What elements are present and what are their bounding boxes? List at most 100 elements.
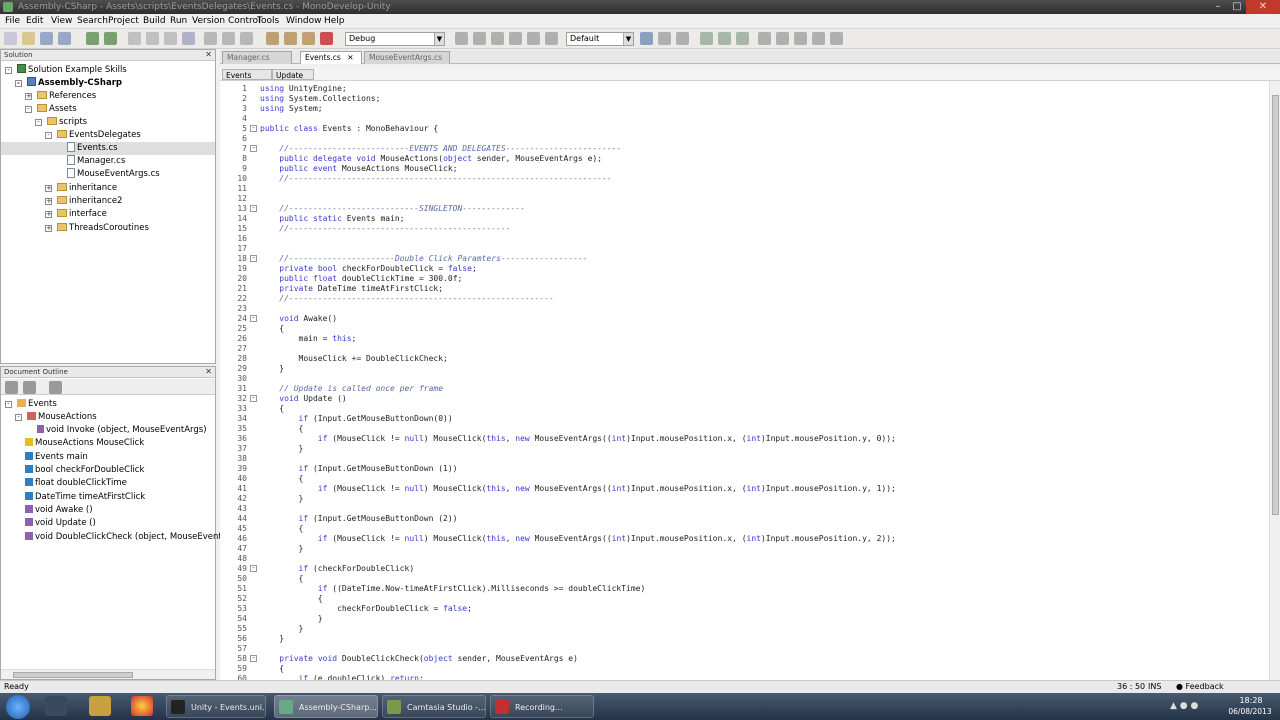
debug-step-out-icon[interactable]: [509, 32, 522, 45]
interface-node[interactable]: + interface: [45, 208, 107, 221]
expand-icon[interactable]: +: [45, 198, 52, 205]
expand-icon[interactable]: +: [45, 225, 52, 232]
menu-run[interactable]: Run: [170, 15, 187, 28]
goto-icon[interactable]: [240, 32, 253, 45]
code-line[interactable]: {: [260, 664, 284, 674]
task-camtasia[interactable]: Camtasia Studio -...: [382, 695, 486, 718]
code-line[interactable]: }: [260, 544, 304, 554]
code-line[interactable]: {: [260, 524, 304, 534]
outline-item[interactable]: void DoubleClickCheck (object, MouseEven…: [25, 531, 244, 544]
project-node[interactable]: - Assembly-CSharp: [15, 77, 122, 90]
save-icon[interactable]: [40, 32, 53, 45]
code-line[interactable]: {: [260, 424, 304, 434]
code-line[interactable]: main = this;: [260, 334, 357, 344]
clock-date[interactable]: 06/08/2013: [1222, 707, 1278, 716]
outline-item[interactable]: void Invoke (object, MouseEventArgs): [37, 424, 207, 437]
prev-bookmark-icon[interactable]: [812, 32, 825, 45]
close-panel-icon[interactable]: ✕: [205, 367, 212, 377]
undo-icon[interactable]: [86, 32, 99, 45]
code-line[interactable]: {: [260, 404, 284, 414]
bookmark-icon[interactable]: [794, 32, 807, 45]
code-line[interactable]: using System;: [260, 104, 323, 114]
code-line[interactable]: //---------------------------SINGLETON--…: [260, 204, 525, 214]
list-view-icon[interactable]: [5, 381, 18, 394]
menu-build[interactable]: Build: [143, 15, 166, 28]
fold-toggle-icon[interactable]: -: [250, 255, 257, 262]
format-icon[interactable]: [700, 32, 713, 45]
task-unity[interactable]: Unity - Events.uni...: [166, 695, 266, 718]
navigate-icon[interactable]: [676, 32, 689, 45]
menu-search[interactable]: Search: [77, 15, 108, 28]
code-line[interactable]: void Update (): [260, 394, 346, 404]
code-line[interactable]: public float doubleClickTime = 300.0f;: [260, 274, 462, 284]
uncomment-icon[interactable]: [776, 32, 789, 45]
tray-icons[interactable]: ▲ ● ●: [1170, 701, 1198, 711]
code-line[interactable]: MouseClick += DoubleClickCheck;: [260, 354, 448, 364]
find-icon[interactable]: [204, 32, 217, 45]
code-line[interactable]: {: [260, 594, 323, 604]
eventsdelegates-node[interactable]: - EventsDelegates: [45, 129, 141, 142]
task-monodevelop[interactable]: Assembly-CSharp...: [274, 695, 378, 718]
collapse-icon[interactable]: -: [5, 67, 12, 74]
debug-step-into-icon[interactable]: [491, 32, 504, 45]
menu-edit[interactable]: Edit: [26, 15, 43, 28]
debug-step-over-icon[interactable]: [473, 32, 486, 45]
code-line[interactable]: using UnityEngine;: [260, 84, 347, 94]
code-editor[interactable]: 1 2 3 4 5 6 7 8 9 10 11 12 13 14 15 16 17 18 19 20 21 22 23 24 2…: [220, 81, 1269, 680]
outline-item[interactable]: void Awake (): [25, 504, 93, 517]
paste-icon[interactable]: [164, 32, 177, 45]
code-line[interactable]: if (MouseClick != null) MouseClick(this,…: [260, 484, 896, 494]
explorer-icon[interactable]: [89, 696, 111, 716]
media-player-icon[interactable]: [45, 696, 67, 716]
menu-window[interactable]: Window: [286, 15, 322, 28]
expand-icon[interactable]: +: [45, 211, 52, 218]
menu-version-control[interactable]: Version Control: [192, 15, 261, 28]
code-line[interactable]: using System.Collections;: [260, 94, 380, 104]
clock-time[interactable]: 18:28: [1228, 696, 1274, 705]
assets-node[interactable]: - Assets: [25, 103, 77, 116]
path-class[interactable]: Events: [222, 69, 272, 80]
comment-icon[interactable]: [758, 32, 771, 45]
mouseeventargs-cs-node[interactable]: MouseEventArgs.cs: [67, 168, 160, 181]
scroll-thumb[interactable]: [1272, 95, 1279, 515]
indent-icon[interactable]: [718, 32, 731, 45]
code-line[interactable]: }: [260, 494, 304, 504]
expand-icon[interactable]: +: [45, 185, 52, 192]
outline-item[interactable]: MouseActions MouseClick: [25, 437, 144, 450]
fold-toggle-icon[interactable]: -: [250, 145, 257, 152]
new-file-icon[interactable]: [4, 32, 17, 45]
minimize-icon[interactable]: –: [1208, 0, 1228, 14]
rebuild-icon[interactable]: [284, 32, 297, 45]
code-line[interactable]: }: [260, 444, 304, 454]
code-line[interactable]: public delegate void MouseActions(object…: [260, 154, 602, 164]
horizontal-scrollbar[interactable]: [1, 669, 215, 679]
tab-events-cs[interactable]: Events.cs ✕: [300, 51, 362, 64]
code-line[interactable]: public class Events : MonoBehaviour {: [260, 124, 438, 134]
solution-node[interactable]: - Solution Example Skills: [5, 64, 127, 77]
fold-toggle-icon[interactable]: -: [250, 315, 257, 322]
stop-icon[interactable]: [320, 32, 333, 45]
code-line[interactable]: }: [260, 614, 323, 624]
outline-item[interactable]: void Update (): [25, 517, 96, 530]
settings-icon[interactable]: [49, 381, 62, 394]
redo-icon[interactable]: [104, 32, 117, 45]
collapse-icon[interactable]: -: [15, 80, 22, 87]
code-line[interactable]: private bool checkForDoubleClick = false…: [260, 264, 477, 274]
tab-manager-cs[interactable]: Manager.cs: [222, 51, 292, 64]
outline-item[interactable]: - Events: [5, 398, 57, 411]
path-member[interactable]: Update (): [272, 69, 314, 91]
code-line[interactable]: // Update is called once per frame: [260, 384, 443, 394]
code-line[interactable]: //--------------------------------------…: [260, 174, 611, 184]
cut-icon[interactable]: [128, 32, 141, 45]
next-bookmark-icon[interactable]: [830, 32, 843, 45]
replace-icon[interactable]: [222, 32, 235, 45]
code-line[interactable]: //-------------------------EVENTS AND DE…: [260, 144, 621, 154]
collapse-icon[interactable]: -: [15, 414, 22, 421]
sort-icon[interactable]: [23, 381, 36, 394]
code-line[interactable]: if (Input.GetMouseButtonDown (1)): [260, 464, 458, 474]
close-icon[interactable]: ✕: [1246, 0, 1280, 14]
code-line[interactable]: public event MouseActions MouseClick;: [260, 164, 457, 174]
collapse-icon[interactable]: -: [5, 401, 12, 408]
task-recording[interactable]: Recording...: [490, 695, 594, 718]
collapse-icon[interactable]: -: [25, 106, 32, 113]
